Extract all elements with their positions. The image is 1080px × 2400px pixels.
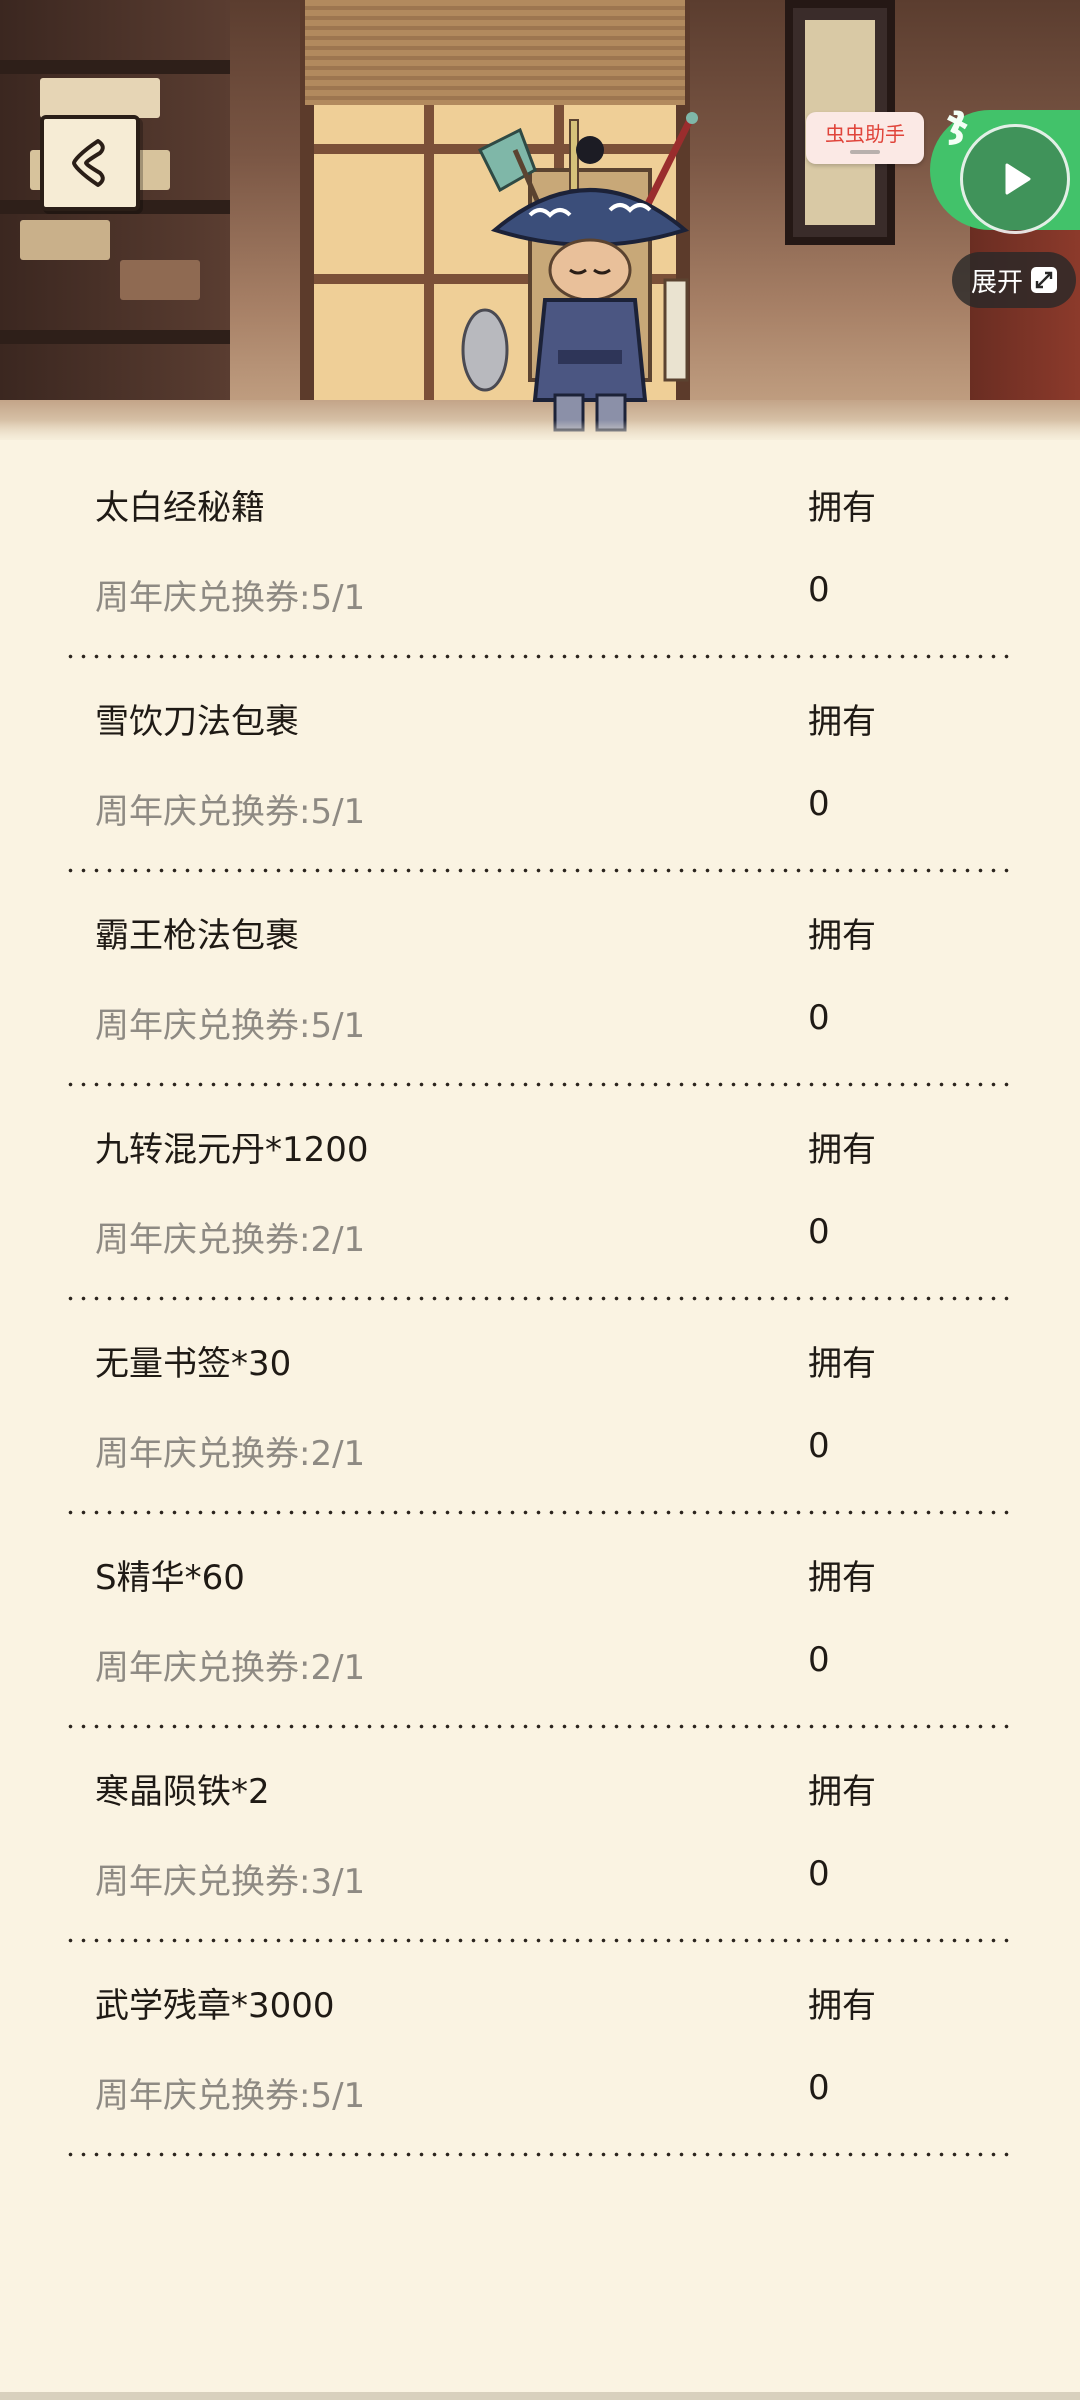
item-cost: 周年庆兑换券:2/1	[95, 1434, 366, 1474]
owned-label: 拥有	[808, 916, 876, 956]
back-button[interactable]	[40, 115, 140, 211]
chevron-left-icon	[72, 139, 105, 187]
item-name: S精华*60	[95, 1558, 245, 1598]
owned-count: 0	[808, 1212, 830, 1252]
dotted-divider	[64, 654, 1014, 659]
item-cost: 周年庆兑换券:5/1	[95, 2076, 366, 2116]
header-banner	[0, 0, 1080, 440]
item-name: 寒晶陨铁*2	[95, 1772, 270, 1812]
exchange-page: ჯ 虫虫助手 展开 太白经秘籍 拥有 周年庆兑换券:5/1 0 雪饮刀法包裹 拥…	[0, 0, 1080, 2400]
helper-button[interactable]: 虫虫助手	[806, 112, 924, 164]
owned-count: 0	[808, 1854, 830, 1894]
list-item[interactable]: 太白经秘籍 拥有 周年庆兑换券:5/1 0	[0, 450, 1080, 664]
item-cost: 周年庆兑换券:3/1	[95, 1862, 366, 1902]
exchange-list: 太白经秘籍 拥有 周年庆兑换券:5/1 0 雪饮刀法包裹 拥有 周年庆兑换券:5…	[0, 450, 1080, 2162]
owned-count: 0	[808, 784, 830, 824]
helper-handle	[850, 150, 880, 154]
item-cost: 周年庆兑换券:2/1	[95, 1220, 366, 1260]
item-name: 太白经秘籍	[95, 488, 265, 528]
list-item[interactable]: 九转混元丹*1200 拥有 周年庆兑换券:2/1 0	[0, 1092, 1080, 1306]
helper-label: 虫虫助手	[825, 122, 905, 146]
owned-label: 拥有	[808, 1772, 876, 1812]
item-cost: 周年庆兑换券:2/1	[95, 1648, 366, 1688]
item-name: 无量书签*30	[95, 1344, 292, 1384]
dotted-divider	[64, 1510, 1014, 1515]
item-name: 霸王枪法包裹	[95, 916, 299, 956]
bottom-edge	[0, 2392, 1080, 2400]
dotted-divider	[64, 1082, 1014, 1087]
dotted-divider	[64, 868, 1014, 873]
owned-label: 拥有	[808, 488, 876, 528]
list-item[interactable]: S精华*60 拥有 周年庆兑换券:2/1 0	[0, 1520, 1080, 1734]
bookshelf-decoration	[0, 0, 230, 440]
owned-count: 0	[808, 1640, 830, 1680]
item-cost: 周年庆兑换券:5/1	[95, 578, 366, 618]
owned-label: 拥有	[808, 1558, 876, 1598]
play-button[interactable]	[960, 124, 1070, 234]
merchant-character-illustration	[461, 112, 698, 432]
item-name: 雪饮刀法包裹	[95, 702, 299, 742]
item-name: 武学残章*3000	[95, 1986, 335, 2026]
dotted-divider	[64, 1724, 1014, 1729]
owned-label: 拥有	[808, 1986, 876, 2026]
play-icon	[1005, 163, 1031, 195]
list-item[interactable]: 寒晶陨铁*2 拥有 周年庆兑换券:3/1 0	[0, 1734, 1080, 1948]
window-blind-decoration	[305, 0, 685, 105]
expand-button[interactable]: 展开	[952, 252, 1076, 308]
dotted-divider	[64, 1296, 1014, 1301]
owned-count: 0	[808, 2068, 830, 2108]
item-cost: 周年庆兑换券:5/1	[95, 792, 366, 832]
owned-label: 拥有	[808, 702, 876, 742]
item-name: 九转混元丹*1200	[95, 1130, 369, 1170]
owned-count: 0	[808, 998, 830, 1038]
owned-label: 拥有	[808, 1130, 876, 1170]
dotted-divider	[64, 2152, 1014, 2157]
expand-icon	[1031, 267, 1057, 293]
list-item[interactable]: 无量书签*30 拥有 周年庆兑换券:2/1 0	[0, 1306, 1080, 1520]
dotted-divider	[64, 1938, 1014, 1943]
expand-label: 展开	[970, 267, 1023, 298]
owned-count: 0	[808, 570, 830, 610]
owned-count: 0	[808, 1426, 830, 1466]
helper-badge-glyph: ჯ	[946, 96, 971, 145]
owned-label: 拥有	[808, 1344, 876, 1384]
header-fade	[0, 420, 1080, 440]
list-item[interactable]: 霸王枪法包裹 拥有 周年庆兑换券:5/1 0	[0, 878, 1080, 1092]
item-cost: 周年庆兑换券:5/1	[95, 1006, 366, 1046]
list-item[interactable]: 武学残章*3000 拥有 周年庆兑换券:5/1 0	[0, 1948, 1080, 2162]
list-item[interactable]: 雪饮刀法包裹 拥有 周年庆兑换券:5/1 0	[0, 664, 1080, 878]
